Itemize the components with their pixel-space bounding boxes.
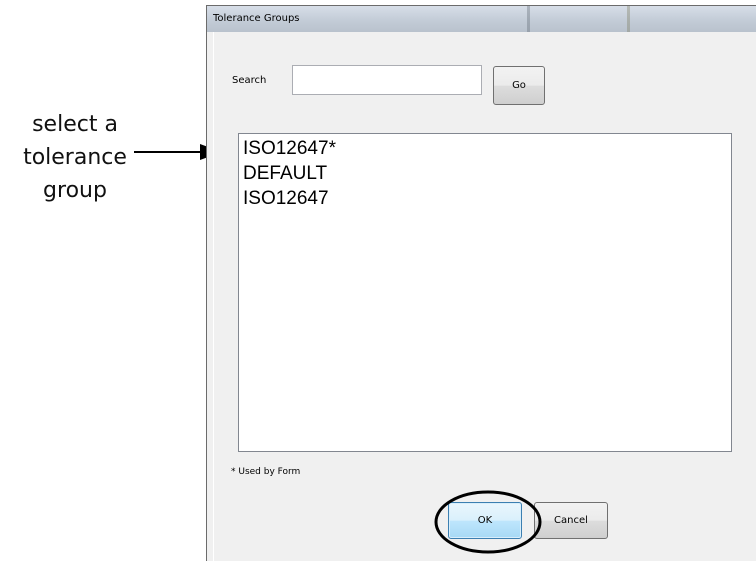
cancel-button-label: Cancel <box>554 515 588 526</box>
annotation-line: group <box>43 178 107 203</box>
tolerance-group-list[interactable]: ISO12647* DEFAULT ISO12647 <box>238 133 732 452</box>
go-button[interactable]: Go <box>493 66 545 105</box>
search-input[interactable] <box>292 65 482 95</box>
dialog-title: Tolerance Groups <box>213 13 300 24</box>
search-label: Search <box>232 75 267 86</box>
tolerance-groups-dialog: Tolerance Groups Search Go ISO12647* DEF… <box>206 5 756 561</box>
dialog-body: Search Go ISO12647* DEFAULT ISO12647 * U… <box>213 32 756 561</box>
annotation-line: tolerance <box>23 145 127 170</box>
list-item[interactable]: DEFAULT <box>243 161 727 186</box>
list-item[interactable]: ISO12647* <box>243 136 727 161</box>
used-by-form-footnote: * Used by Form <box>231 467 301 477</box>
go-button-label: Go <box>512 80 526 91</box>
title-bar[interactable]: Tolerance Groups <box>207 6 756 32</box>
cancel-button[interactable]: Cancel <box>534 502 608 539</box>
annotation-callout: select a tolerance group <box>0 108 150 207</box>
annotation-line: select a <box>32 112 118 137</box>
ok-highlight-ellipse-icon <box>434 490 542 554</box>
list-item[interactable]: ISO12647 <box>243 186 727 211</box>
